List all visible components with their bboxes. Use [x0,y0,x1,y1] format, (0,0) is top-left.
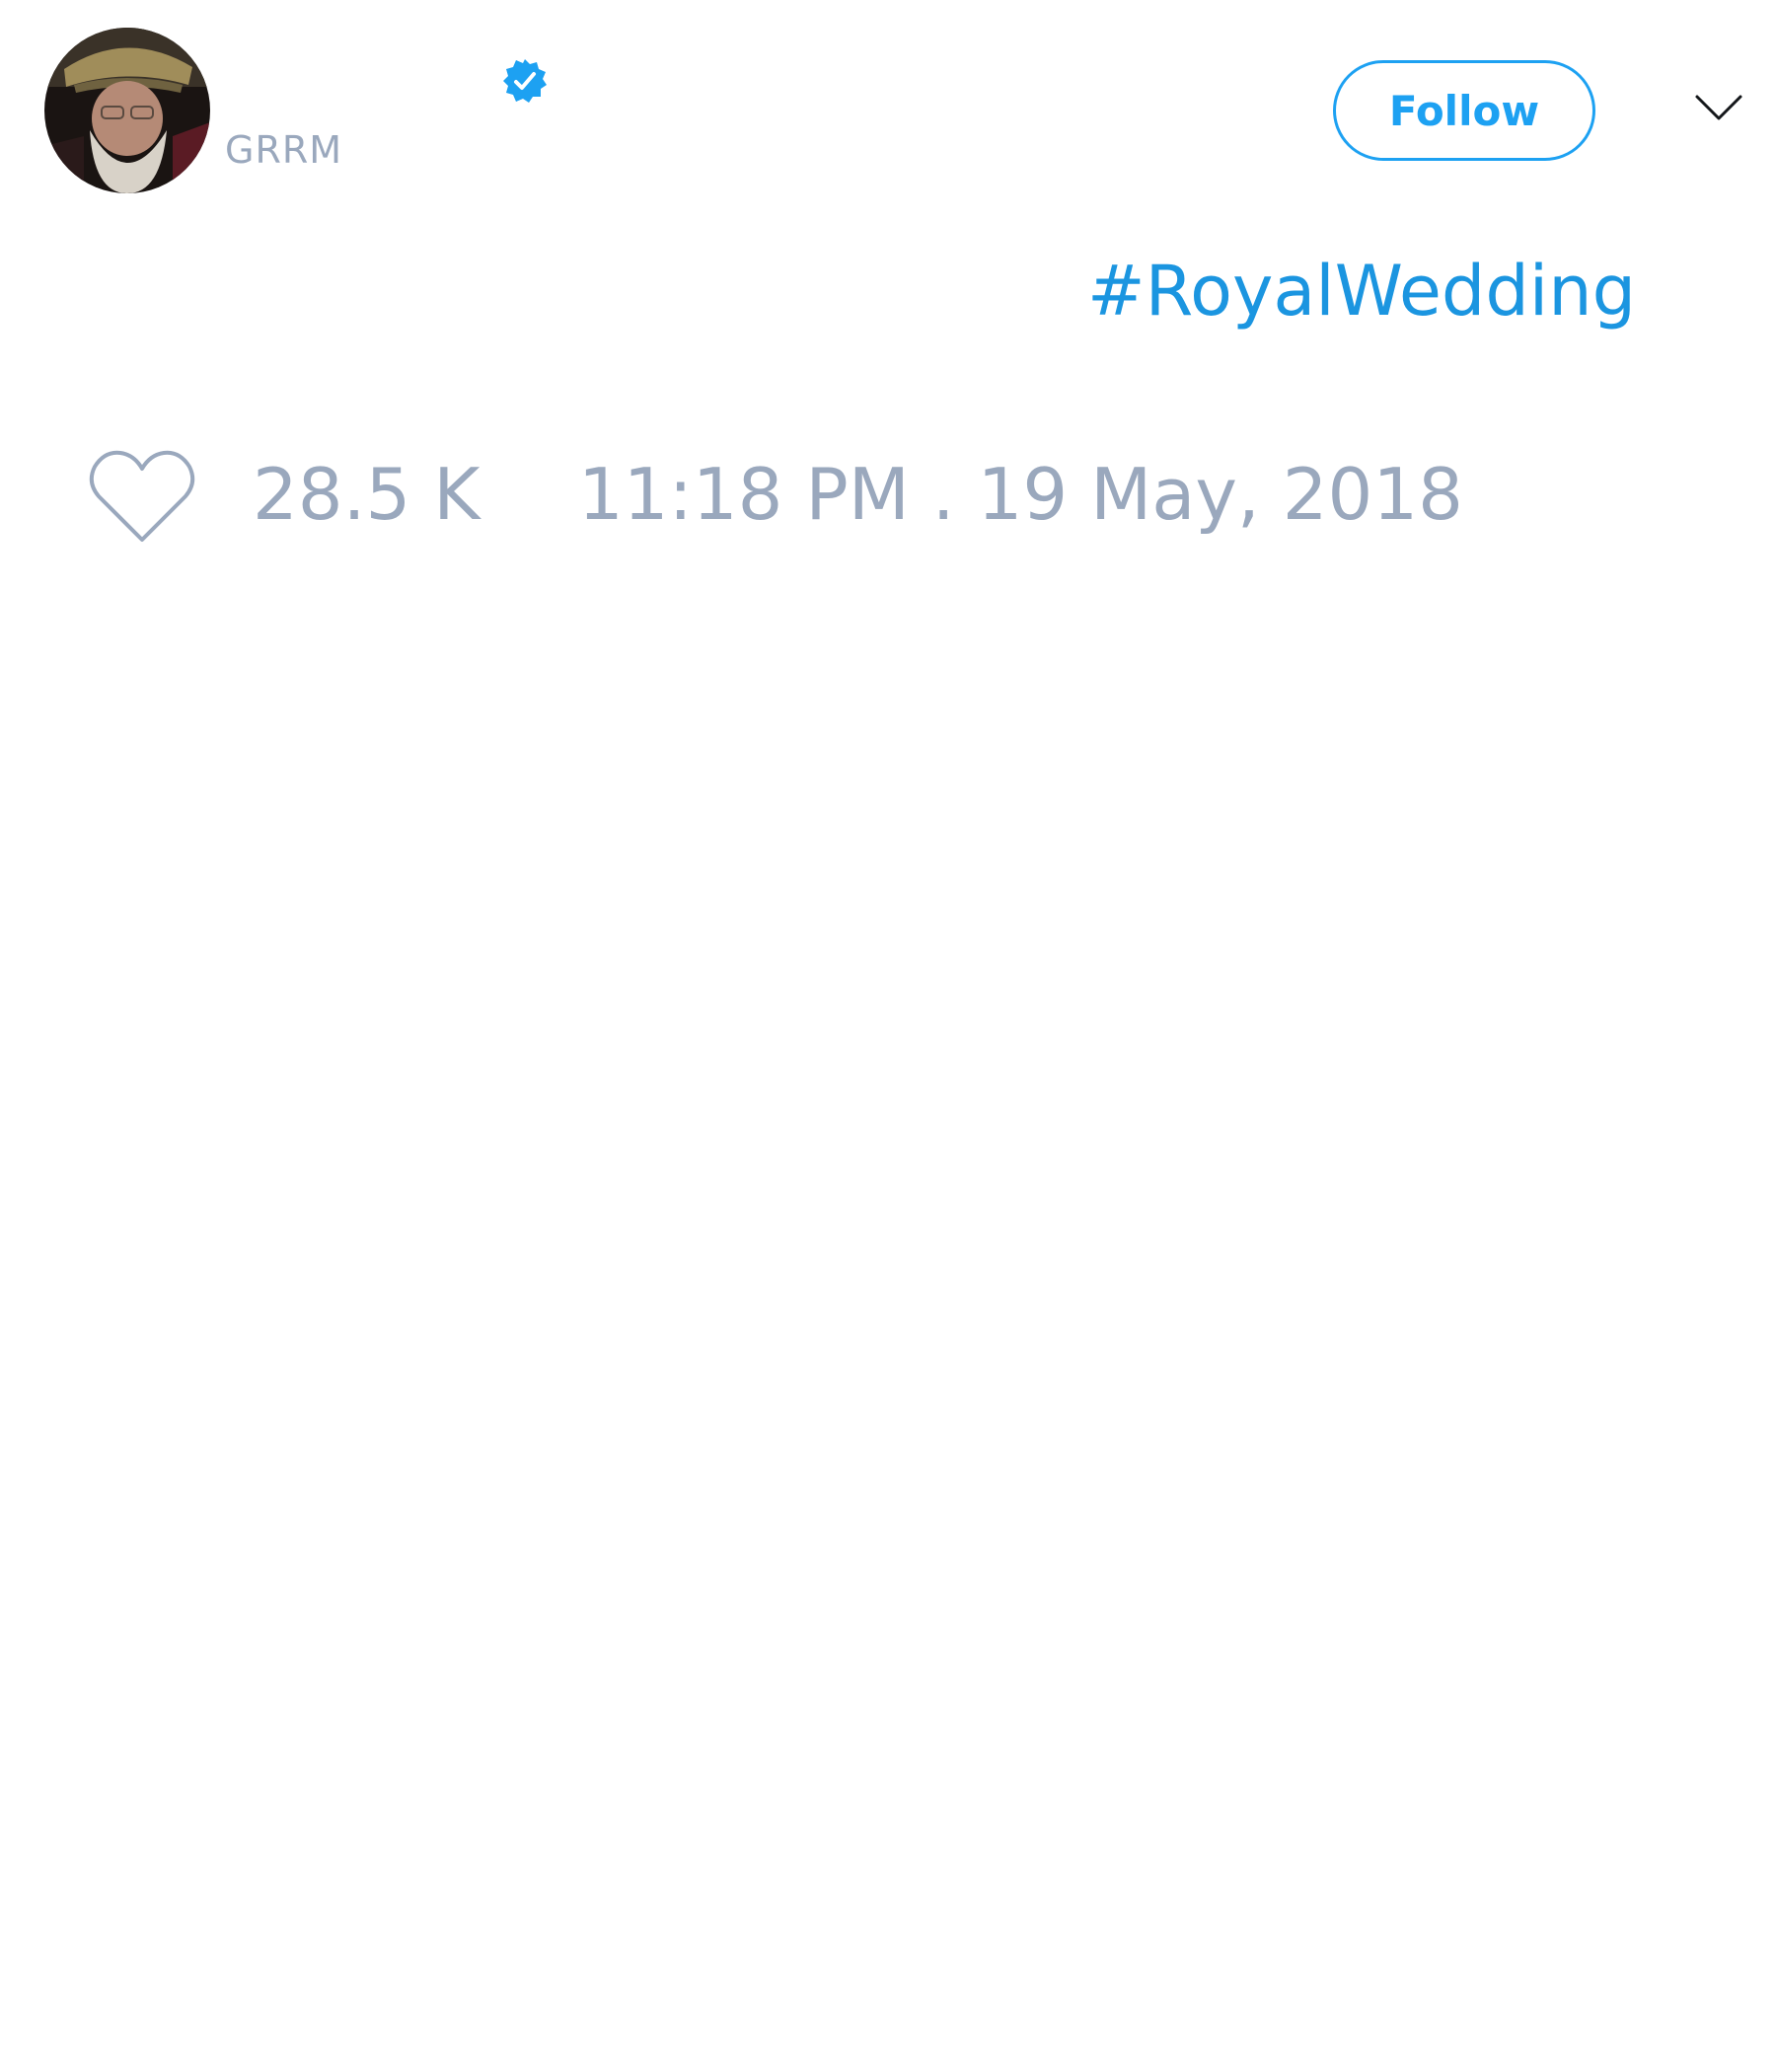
hashtag-link[interactable]: #RoyalWedding [1087,247,1636,335]
tweet-timestamp[interactable]: 11:18 PM . 19 May, 2018 [578,449,1463,540]
avatar[interactable] [44,28,210,193]
heart-outline-icon[interactable] [89,449,195,544]
avatar-photo [44,28,210,193]
follow-button[interactable]: Follow [1333,60,1595,161]
verified-badge-icon [503,59,547,103]
likes-count: 28.5 K [253,453,481,536]
chevron-down-icon[interactable] [1694,93,1743,122]
author-handle[interactable]: GRRM [225,126,342,174]
